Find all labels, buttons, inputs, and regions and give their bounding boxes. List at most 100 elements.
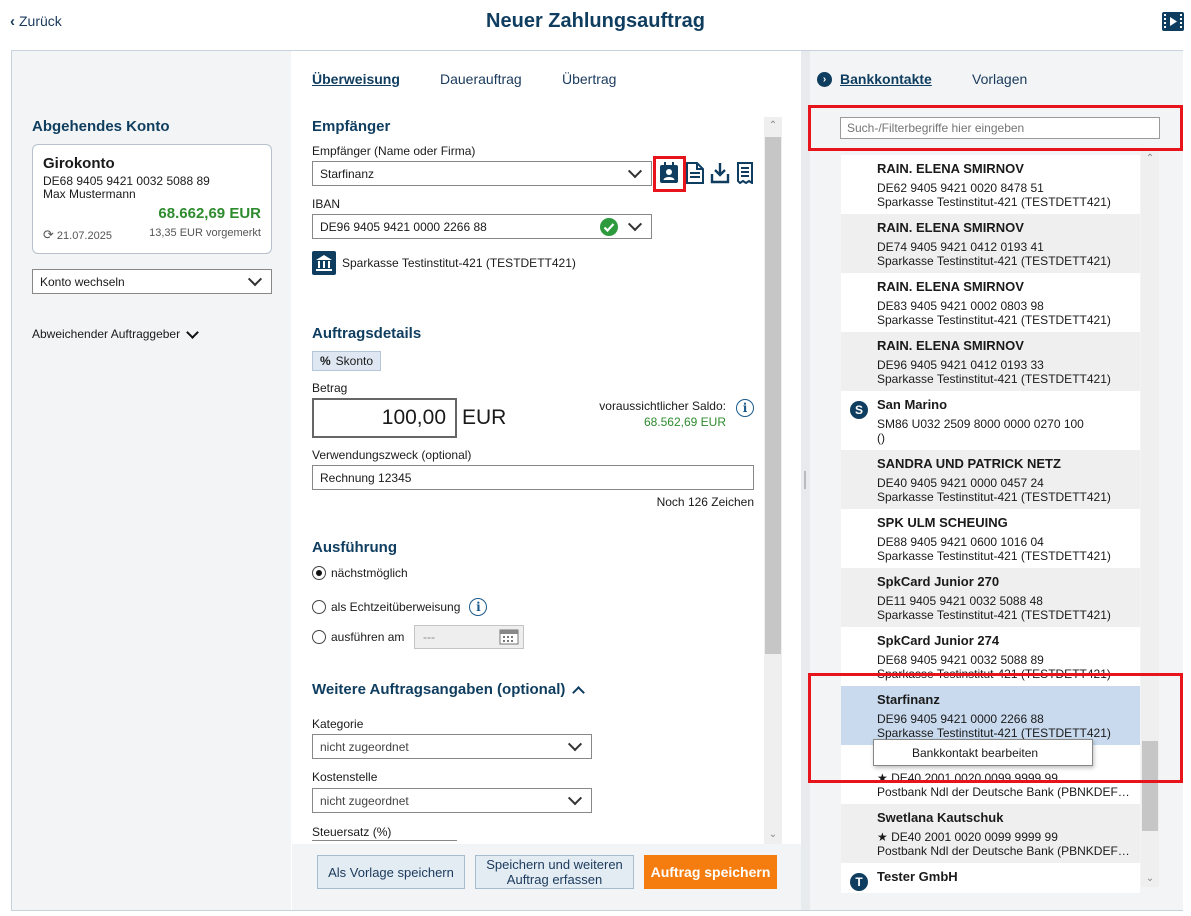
tab-internal-transfer[interactable]: Übertrag <box>562 71 616 87</box>
contact-list-item[interactable]: SPK ULM SCHEUING DE88 9405 9421 0600 1016… <box>841 509 1140 568</box>
save-template-button[interactable]: Als Vorlage speichern <box>317 855 465 889</box>
contact-name: Tester GmbH <box>877 869 958 884</box>
execution-option-instant[interactable]: als Echtzeitüberweisung i <box>312 598 488 616</box>
contact-book-icon[interactable] <box>658 162 680 184</box>
contact-iban: DE83 9405 9421 0002 0803 98 <box>877 299 1044 313</box>
contact-list-item[interactable]: SpkCard Junior 270 DE11 9405 9421 0032 50… <box>841 568 1140 627</box>
contact-name: Swetlana Kautschuk <box>877 810 1004 825</box>
tax-rate-label: Steuersatz (%) <box>312 825 392 839</box>
chars-left: Noch 126 Zeichen <box>656 495 754 509</box>
chevron-down-icon <box>627 216 643 231</box>
info-icon[interactable]: i <box>736 399 754 417</box>
contact-name: SpkCard Junior 274 <box>877 633 1000 648</box>
calendar-icon[interactable] <box>499 629 519 645</box>
tab-bank-contacts[interactable]: Bankkontakte <box>840 71 932 87</box>
page-title: Neuer Zahlungsauftrag <box>486 10 705 32</box>
cost-center-label: Kostenstelle <box>312 770 378 784</box>
execution-title: Ausführung <box>312 539 397 556</box>
film-icon[interactable] <box>1162 12 1184 31</box>
download-icon[interactable] <box>709 162 731 184</box>
scroll-down-icon[interactable]: ⌄ <box>1141 871 1159 887</box>
account-balance: 68.662,69 EUR <box>158 205 261 222</box>
purpose-input[interactable]: Rechnung 12345 <box>312 465 754 490</box>
tab-templates[interactable]: Vorlagen <box>972 71 1027 87</box>
iban-value: DE96 9405 9421 0000 2266 88 <box>320 219 487 234</box>
skonto-label: Skonto <box>335 354 374 368</box>
iban-input[interactable]: DE96 9405 9421 0000 2266 88 <box>312 214 652 239</box>
save-order-button[interactable]: Auftrag speichern <box>644 855 777 889</box>
contact-list-item[interactable]: RAIN. ELENA SMIRNOV DE62 9405 9421 0020 8… <box>841 155 1140 214</box>
contact-list-item[interactable]: RAIN. ELENA SMIRNOV DE96 9405 9421 0412 0… <box>841 332 1140 391</box>
recipient-name-value: Starfinanz <box>320 166 375 181</box>
account-card: Girokonto DE68 9405 9421 0032 5088 89 Ma… <box>32 144 272 254</box>
cost-center-select[interactable]: nicht zugeordnet <box>312 788 592 813</box>
cost-center-value: nicht zugeordnet <box>320 793 409 808</box>
iban-label: IBAN <box>312 197 341 211</box>
radio-asap[interactable] <box>312 566 326 580</box>
contact-bank: () <box>877 431 885 445</box>
contact-name: RAIN. ELENA SMIRNOV <box>877 338 1024 353</box>
contact-bank: Sparkasse Testinstitut-421 (TESTDETT421) <box>877 372 1111 386</box>
execution-option-asap-label: nächstmöglich <box>331 566 408 580</box>
form-scrollbar[interactable]: ⌃ ⌄ <box>764 117 782 844</box>
scroll-up-icon[interactable]: ⌃ <box>764 117 782 135</box>
info-icon[interactable]: i <box>469 598 488 616</box>
execution-date-input[interactable]: --- <box>414 625 524 649</box>
execution-option-date[interactable]: ausführen am <box>312 630 404 644</box>
percent-icon: % <box>320 354 331 368</box>
tab-transfer[interactable]: Überweisung <box>312 71 400 87</box>
category-label: Kategorie <box>312 717 364 731</box>
contact-list-item[interactable]: RAIN. ELENA SMIRNOV DE74 9405 9421 0412 0… <box>841 214 1140 273</box>
contact-iban: DE88 9405 9421 0600 1016 04 <box>877 535 1044 549</box>
chevron-down-icon <box>567 736 583 751</box>
contact-list-item[interactable]: SANDRA UND PATRICK NETZ DE40 9405 9421 00… <box>841 450 1140 509</box>
recipient-title: Empfänger <box>312 118 391 135</box>
purpose-label: Verwendungszweck (optional) <box>312 448 472 462</box>
radio-instant[interactable] <box>312 600 326 614</box>
amount-input[interactable]: 100,00 <box>312 398 457 438</box>
contact-bank: Postbank Ndl der Deutsche Bank (PBNKDEF… <box>877 785 1130 799</box>
contact-name: RAIN. ELENA SMIRNOV <box>877 161 1024 176</box>
radio-date[interactable] <box>312 630 326 644</box>
deviating-payer-toggle[interactable]: Abweichender Auftraggeber <box>32 325 199 341</box>
scroll-down-icon[interactable]: ⌄ <box>764 826 782 844</box>
contact-search-input[interactable] <box>840 117 1160 139</box>
contact-list-item[interactable]: Swetlana Kautschuk ★ DE40 2001 0020 0099 … <box>841 804 1140 863</box>
document-icon[interactable] <box>684 162 706 184</box>
contact-iban: ★ DE40 2001 0020 0099 9999 99 <box>877 830 1058 844</box>
contact-list-item[interactable]: T Tester GmbH <box>841 863 1140 893</box>
order-details-title: Auftragsdetails <box>312 325 422 342</box>
execution-option-date-label: ausführen am <box>331 630 405 644</box>
form-scroll-thumb[interactable] <box>765 137 781 654</box>
contact-name: SPK ULM SCHEUING <box>877 515 1008 530</box>
contact-iban: DE40 9405 9421 0000 0457 24 <box>877 476 1044 490</box>
category-select[interactable]: nicht zugeordnet <box>312 734 592 759</box>
execution-option-instant-label: als Echtzeitüberweisung <box>331 600 461 614</box>
scroll-up-icon[interactable]: ⌃ <box>1141 151 1159 167</box>
selected-contact-highlight <box>808 673 1183 783</box>
contact-list-item[interactable]: S San Marino SM86 U032 2509 8000 0000 0270… <box>841 391 1140 450</box>
contact-bank: Sparkasse Testinstitut-421 (TESTDETT421) <box>877 195 1111 209</box>
further-details-toggle[interactable]: Weitere Auftragsangaben (optional) <box>312 681 586 699</box>
amount-label: Betrag <box>312 381 348 395</box>
skonto-button[interactable]: % Skonto <box>312 351 382 371</box>
tab-standing-order[interactable]: Dauerauftrag <box>440 71 522 87</box>
contact-list-item[interactable]: RAIN. ELENA SMIRNOV DE83 9405 9421 0002 0… <box>841 273 1140 332</box>
contact-bank: Sparkasse Testinstitut-421 (TESTDETT421) <box>877 608 1111 622</box>
invoice-icon[interactable] <box>734 162 756 184</box>
contact-iban: DE96 9405 9421 0412 0193 33 <box>877 358 1044 372</box>
chevron-down-icon <box>627 163 643 178</box>
recipient-name-input[interactable]: Starfinanz <box>312 161 652 186</box>
refresh-icon[interactable]: ⟳ <box>43 227 54 242</box>
switch-account-select[interactable]: Konto wechseln <box>32 269 272 294</box>
save-and-more-line1: Speichern und weiteren <box>486 857 623 872</box>
save-and-more-button[interactable]: Speichern und weiteren Auftrag erfassen <box>475 855 634 889</box>
contact-bank: Postbank Ndl der Deutsche Bank (PBNKDEF… <box>877 844 1130 858</box>
tax-rate-input[interactable] <box>312 840 457 843</box>
save-and-more-line2: Auftrag erfassen <box>506 872 603 887</box>
execution-option-asap[interactable]: nächstmöglich <box>312 566 408 580</box>
chevron-down-icon <box>186 325 199 339</box>
recipient-bank-row: Sparkasse Testinstitut-421 (TESTDETT421) <box>312 251 576 275</box>
account-name: Girokonto <box>43 155 115 172</box>
contact-initial-badge: T <box>850 873 868 891</box>
